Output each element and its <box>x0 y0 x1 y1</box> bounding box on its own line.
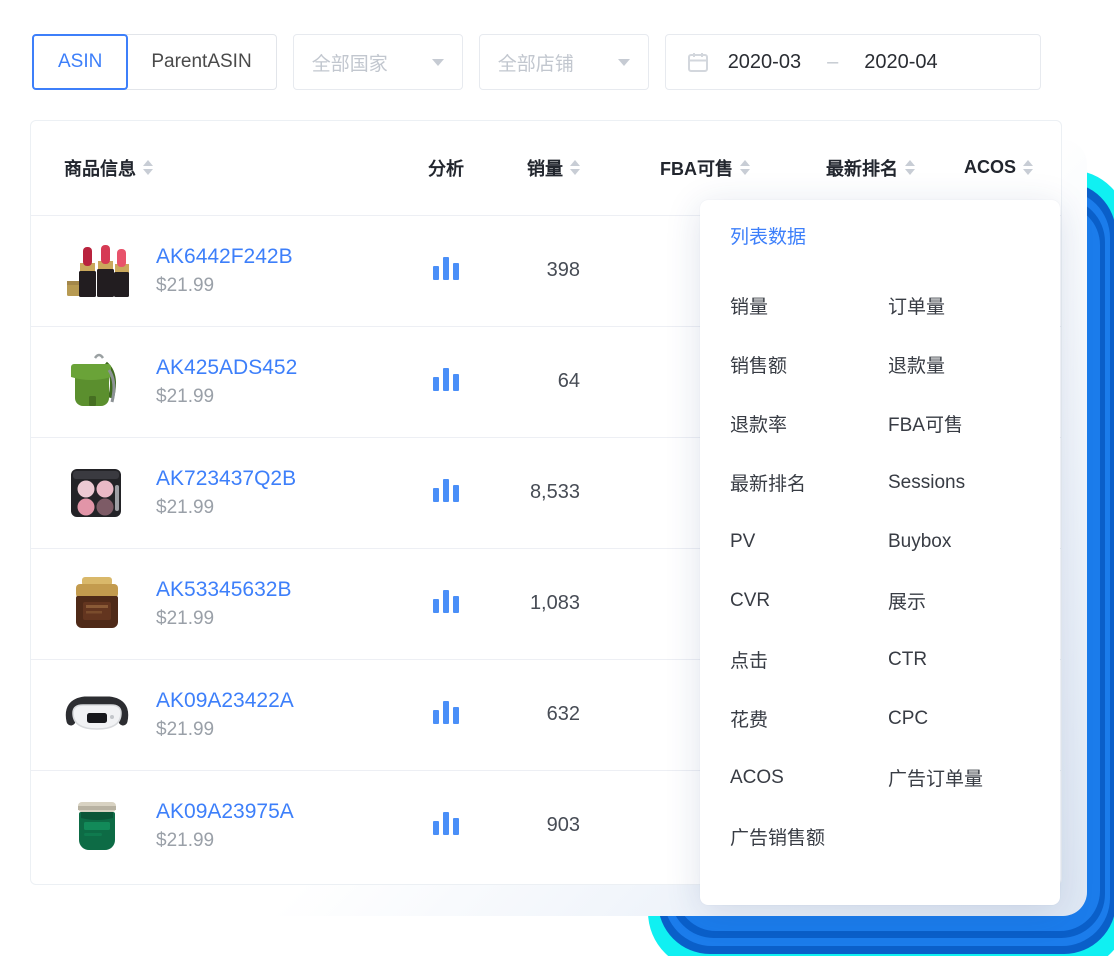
column-label: 分析 <box>428 155 464 181</box>
asin-link[interactable]: AK09A23422A <box>156 689 294 713</box>
metric-option-impressions[interactable]: 展示 <box>888 571 983 630</box>
country-select-value: 全部国家 <box>312 49 388 76</box>
metric-option-sales-amount[interactable]: 销售额 <box>730 335 888 394</box>
column-label: FBA可售 <box>660 155 733 181</box>
column-header-sales[interactable]: 销量 <box>527 155 580 181</box>
product-price: $21.99 <box>156 719 294 741</box>
asin-link[interactable]: AK723437Q2B <box>156 467 296 491</box>
popup-column-left: 销量 销售额 退款率 最新排名 PV CVR 点击 花费 ACOS 广告销售额 <box>730 276 888 866</box>
chevron-down-icon <box>618 59 630 66</box>
asin-link[interactable]: AK53345632B <box>156 578 291 602</box>
list-data-popup: 列表数据 销量 销售额 退款率 最新排名 PV CVR 点击 花费 ACOS 广… <box>700 200 1060 905</box>
metric-option-ad-sales-amount[interactable]: 广告销售额 <box>730 807 888 866</box>
sales-value: 632 <box>490 659 600 770</box>
sort-icon <box>570 160 580 175</box>
sales-value: 8,533 <box>490 437 600 548</box>
sort-icon <box>1023 160 1033 175</box>
sales-value: 64 <box>490 326 600 437</box>
product-image-eyeshadow-palette <box>64 460 130 526</box>
analysis-chart-icon[interactable] <box>433 367 459 391</box>
metric-option-clicks[interactable]: 点击 <box>730 630 888 689</box>
asin-view-toggle: ASIN ParentASIN <box>32 34 277 90</box>
column-header-acos[interactable]: ACOS <box>964 157 1033 178</box>
metric-option-cpc[interactable]: CPC <box>888 689 983 748</box>
product-image-lipsticks <box>64 238 130 304</box>
store-select[interactable]: 全部店铺 <box>479 34 649 90</box>
asin-link[interactable]: AK6442F242B <box>156 245 293 269</box>
analysis-chart-icon[interactable] <box>433 256 459 280</box>
metric-option-pv[interactable]: PV <box>730 512 888 571</box>
metric-option-refunds[interactable]: 退款量 <box>888 335 983 394</box>
product-price: $21.99 <box>156 497 296 519</box>
tab-asin[interactable]: ASIN <box>32 34 128 90</box>
metric-option-sales[interactable]: 销量 <box>730 276 888 335</box>
chevron-down-icon <box>432 59 444 66</box>
metric-option-fba-available[interactable]: FBA可售 <box>888 394 983 453</box>
metric-option-latest-rank[interactable]: 最新排名 <box>730 453 888 512</box>
metric-option-refund-rate[interactable]: 退款率 <box>730 394 888 453</box>
product-image-white-wearable-device <box>64 682 130 748</box>
metric-option-cvr[interactable]: CVR <box>730 571 888 630</box>
analysis-chart-icon[interactable] <box>433 811 459 835</box>
metric-option-spend[interactable]: 花费 <box>730 689 888 748</box>
sort-icon <box>905 160 915 175</box>
analysis-chart-icon[interactable] <box>433 700 459 724</box>
metric-option-orders[interactable]: 订单量 <box>888 276 983 335</box>
date-range-end: 2020-04 <box>864 51 937 74</box>
product-image-backpack <box>64 349 130 415</box>
tab-parent-asin[interactable]: ParentASIN <box>126 34 276 90</box>
column-header-latest-rank[interactable]: 最新排名 <box>826 155 915 181</box>
column-label: 商品信息 <box>64 155 136 181</box>
sales-value: 1,083 <box>490 548 600 659</box>
analysis-chart-icon[interactable] <box>433 589 459 613</box>
column-label: 销量 <box>527 155 563 181</box>
product-image-brown-cream-jar <box>64 571 130 637</box>
metric-option-ad-orders[interactable]: 广告订单量 <box>888 748 983 807</box>
sales-value: 398 <box>490 215 600 326</box>
column-header-analysis: 分析 <box>428 155 464 181</box>
date-range-picker[interactable]: 2020-03 – 2020-04 <box>665 34 1041 90</box>
page: ASIN ParentASIN 全部国家 全部店铺 2020-03 – 2020… <box>0 0 1114 956</box>
sort-icon <box>740 160 750 175</box>
date-range-separator: – <box>827 51 838 74</box>
product-price: $21.99 <box>156 608 291 630</box>
analysis-chart-icon[interactable] <box>433 478 459 502</box>
calendar-icon <box>686 50 710 74</box>
column-header-fba-available[interactable]: FBA可售 <box>660 155 750 181</box>
sales-value: 903 <box>490 770 600 881</box>
product-price: $21.99 <box>156 386 297 408</box>
column-header-product-info[interactable]: 商品信息 <box>64 155 153 181</box>
column-label: ACOS <box>964 157 1016 178</box>
asin-link[interactable]: AK425ADS452 <box>156 356 297 380</box>
product-price: $21.99 <box>156 830 294 852</box>
column-label: 最新排名 <box>826 155 898 181</box>
product-image-green-cream-jar <box>64 793 130 859</box>
country-select[interactable]: 全部国家 <box>293 34 463 90</box>
metric-option-ctr[interactable]: CTR <box>888 630 983 689</box>
store-select-value: 全部店铺 <box>498 49 574 76</box>
date-range-start: 2020-03 <box>728 51 801 74</box>
product-price: $21.99 <box>156 275 293 297</box>
sort-icon <box>143 160 153 175</box>
filter-bar: ASIN ParentASIN 全部国家 全部店铺 2020-03 – 2020… <box>32 34 1041 90</box>
asin-link[interactable]: AK09A23975A <box>156 800 294 824</box>
metric-option-sessions[interactable]: Sessions <box>888 453 983 512</box>
metric-option-buybox[interactable]: Buybox <box>888 512 983 571</box>
popup-column-right: 订单量 退款量 FBA可售 Sessions Buybox 展示 CTR CPC… <box>888 276 983 866</box>
popup-title: 列表数据 <box>730 226 1030 250</box>
metric-option-acos[interactable]: ACOS <box>730 748 888 807</box>
